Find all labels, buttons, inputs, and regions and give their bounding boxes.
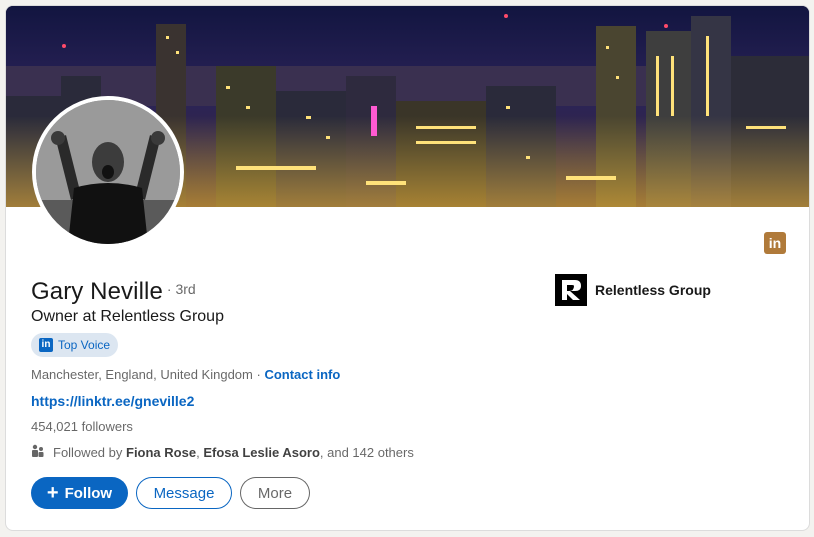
profile-card: in Gary Neville · 3rd Owner at Relentles…: [5, 5, 810, 531]
profile-photo[interactable]: [32, 96, 184, 248]
person-photo-icon: [36, 100, 180, 244]
followers-count: 454,021 followers: [31, 419, 133, 434]
current-company[interactable]: Relentless Group: [555, 274, 711, 306]
message-button[interactable]: Message: [136, 477, 232, 509]
mutual-person-1: Fiona Rose: [126, 445, 197, 460]
contact-info-link[interactable]: Contact info: [264, 367, 340, 382]
profile-name: Gary Neville: [31, 278, 163, 305]
linkedin-icon: in: [764, 232, 786, 254]
follow-label: Follow: [64, 484, 113, 502]
profile-headline: Owner at Relentless Group: [31, 308, 224, 325]
followed-by-text: Followed by Fiona Rose, Efosa Leslie Aso…: [53, 445, 414, 460]
top-voice-badge[interactable]: in Top Voice: [31, 333, 119, 357]
company-name: Relentless Group: [595, 282, 711, 298]
plus-icon: +: [46, 482, 59, 504]
website-link[interactable]: https://linktr.ee/gneville2: [31, 393, 194, 409]
follow-button[interactable]: + Follow: [31, 477, 128, 509]
people-icon: [31, 444, 45, 461]
more-button[interactable]: More: [240, 477, 310, 509]
mutual-person-2: Efosa Leslie Asoro: [203, 445, 320, 460]
connection-degree: · 3rd: [166, 281, 196, 297]
separator-dot: ·: [256, 367, 261, 382]
name-row: Gary Neville · 3rd: [31, 278, 196, 306]
top-voice-label: Top Voice: [58, 338, 111, 352]
location-text: Manchester, England, United Kingdom: [31, 367, 253, 382]
relentless-logo-icon: [555, 274, 587, 306]
location-row: Manchester, England, United Kingdom · Co…: [31, 367, 340, 382]
mutual-followers[interactable]: Followed by Fiona Rose, Efosa Leslie Aso…: [31, 444, 414, 461]
linkedin-icon: in: [39, 338, 53, 352]
